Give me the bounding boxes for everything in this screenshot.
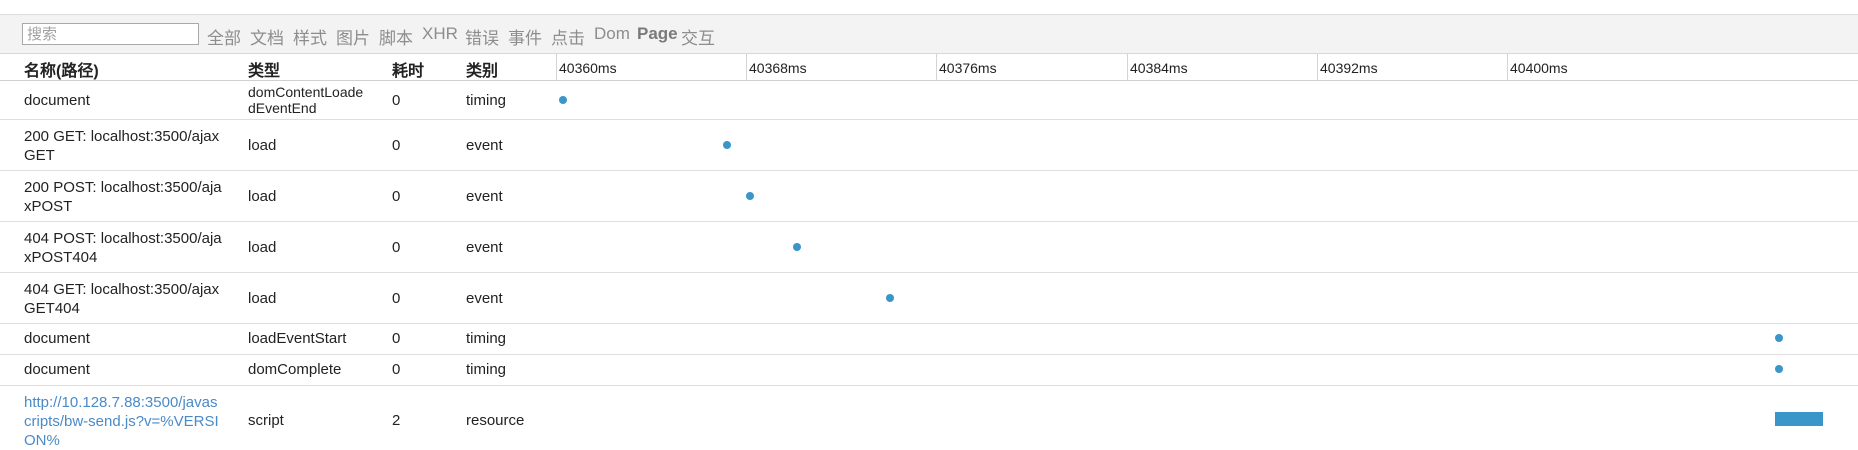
- row-category: event: [466, 188, 503, 205]
- row-type: loadEventStart: [248, 330, 347, 347]
- row-duration: 0: [392, 290, 401, 307]
- row-type: load: [248, 239, 277, 256]
- row-category: timing: [466, 330, 507, 347]
- filter-all[interactable]: 全部: [207, 24, 241, 49]
- row-name: 404 POST: localhost:3500/ajaxPOST404: [24, 230, 222, 266]
- timeline-marker: [886, 294, 894, 302]
- row-category: event: [466, 137, 503, 154]
- filter-error[interactable]: 错误: [465, 24, 499, 49]
- row-duration: 0: [392, 92, 401, 109]
- row-type: load: [248, 188, 277, 205]
- table-header: 名称(路径) 类型 耗时 类别 40360ms 40368ms 40376ms …: [0, 54, 1858, 81]
- filter-page[interactable]: Page: [637, 24, 678, 44]
- row-category: event: [466, 290, 503, 307]
- column-header-duration[interactable]: 耗时: [392, 57, 424, 81]
- row-type: domContentLoadedEventEnd: [248, 84, 364, 116]
- row-category: timing: [466, 92, 507, 109]
- row-category: resource: [466, 412, 525, 429]
- row-name: document: [24, 330, 90, 347]
- filter-click[interactable]: 点击: [551, 24, 585, 49]
- filter-script[interactable]: 脚本: [379, 24, 413, 49]
- timeline-tick: 40400ms: [1507, 54, 1568, 80]
- row-duration: 2: [392, 412, 401, 429]
- filter-event[interactable]: 事件: [508, 24, 542, 49]
- timeline-tick: 40368ms: [746, 54, 807, 80]
- column-header-category[interactable]: 类别: [466, 57, 498, 81]
- table-row[interactable]: http://10.128.7.88:3500/javascripts/bw-s…: [0, 386, 1858, 449]
- window-top-edge: [0, 0, 1858, 15]
- timeline-tick: 40392ms: [1317, 54, 1378, 80]
- row-type: script: [248, 412, 284, 429]
- table-row[interactable]: document domContentLoadedEventEnd 0 timi…: [0, 81, 1858, 120]
- filter-dom[interactable]: Dom: [594, 24, 630, 44]
- row-name: 404 GET: localhost:3500/ajaxGET404: [24, 281, 220, 317]
- table-row[interactable]: 200 GET: localhost:3500/ajaxGET load 0 e…: [0, 120, 1858, 171]
- resource-url-link[interactable]: http://10.128.7.88:3500/javascripts/bw-s…: [24, 393, 224, 450]
- timeline-marker: [793, 243, 801, 251]
- row-duration: 0: [392, 188, 401, 205]
- timeline-tick: 40376ms: [936, 54, 997, 80]
- row-name: 200 POST: localhost:3500/ajaxPOST: [24, 179, 222, 215]
- row-duration: 0: [392, 330, 401, 347]
- timeline-marker: [559, 96, 567, 104]
- search-input[interactable]: [22, 23, 199, 45]
- filter-toolbar: 全部 文档 样式 图片 脚本 XHR 错误 事件 点击 Dom Page 交互: [0, 15, 1858, 54]
- timeline-tick: 40384ms: [1127, 54, 1188, 80]
- row-type: load: [248, 137, 277, 154]
- row-name: document: [24, 361, 90, 378]
- timeline-marker: [1775, 334, 1783, 342]
- row-category: event: [466, 239, 503, 256]
- row-type: domComplete: [248, 361, 342, 378]
- table-row[interactable]: document domComplete 0 timing: [0, 355, 1858, 386]
- timeline-marker: [746, 192, 754, 200]
- row-name: 200 GET: localhost:3500/ajaxGET: [24, 128, 220, 164]
- filter-style[interactable]: 样式: [293, 24, 327, 49]
- table-row[interactable]: document loadEventStart 0 timing: [0, 324, 1858, 355]
- timeline-marker: [723, 141, 731, 149]
- column-header-type[interactable]: 类型: [248, 57, 280, 81]
- filter-document[interactable]: 文档: [250, 24, 284, 49]
- row-category: timing: [466, 361, 507, 378]
- table-row[interactable]: 200 POST: localhost:3500/ajaxPOST load 0…: [0, 171, 1858, 222]
- row-duration: 0: [392, 137, 401, 154]
- timeline-marker: [1775, 365, 1783, 373]
- column-header-name[interactable]: 名称(路径): [24, 57, 99, 81]
- timeline-tick: 40360ms: [556, 54, 617, 80]
- table-row[interactable]: 404 GET: localhost:3500/ajaxGET404 load …: [0, 273, 1858, 324]
- filter-image[interactable]: 图片: [336, 24, 370, 49]
- row-duration: 0: [392, 239, 401, 256]
- row-duration: 0: [392, 361, 401, 378]
- filter-interaction[interactable]: 交互: [681, 24, 715, 49]
- row-type: load: [248, 290, 277, 307]
- timeline-duration-bar: [1775, 412, 1823, 426]
- table-row[interactable]: 404 POST: localhost:3500/ajaxPOST404 loa…: [0, 222, 1858, 273]
- row-name: document: [24, 92, 90, 109]
- filter-xhr[interactable]: XHR: [422, 24, 458, 44]
